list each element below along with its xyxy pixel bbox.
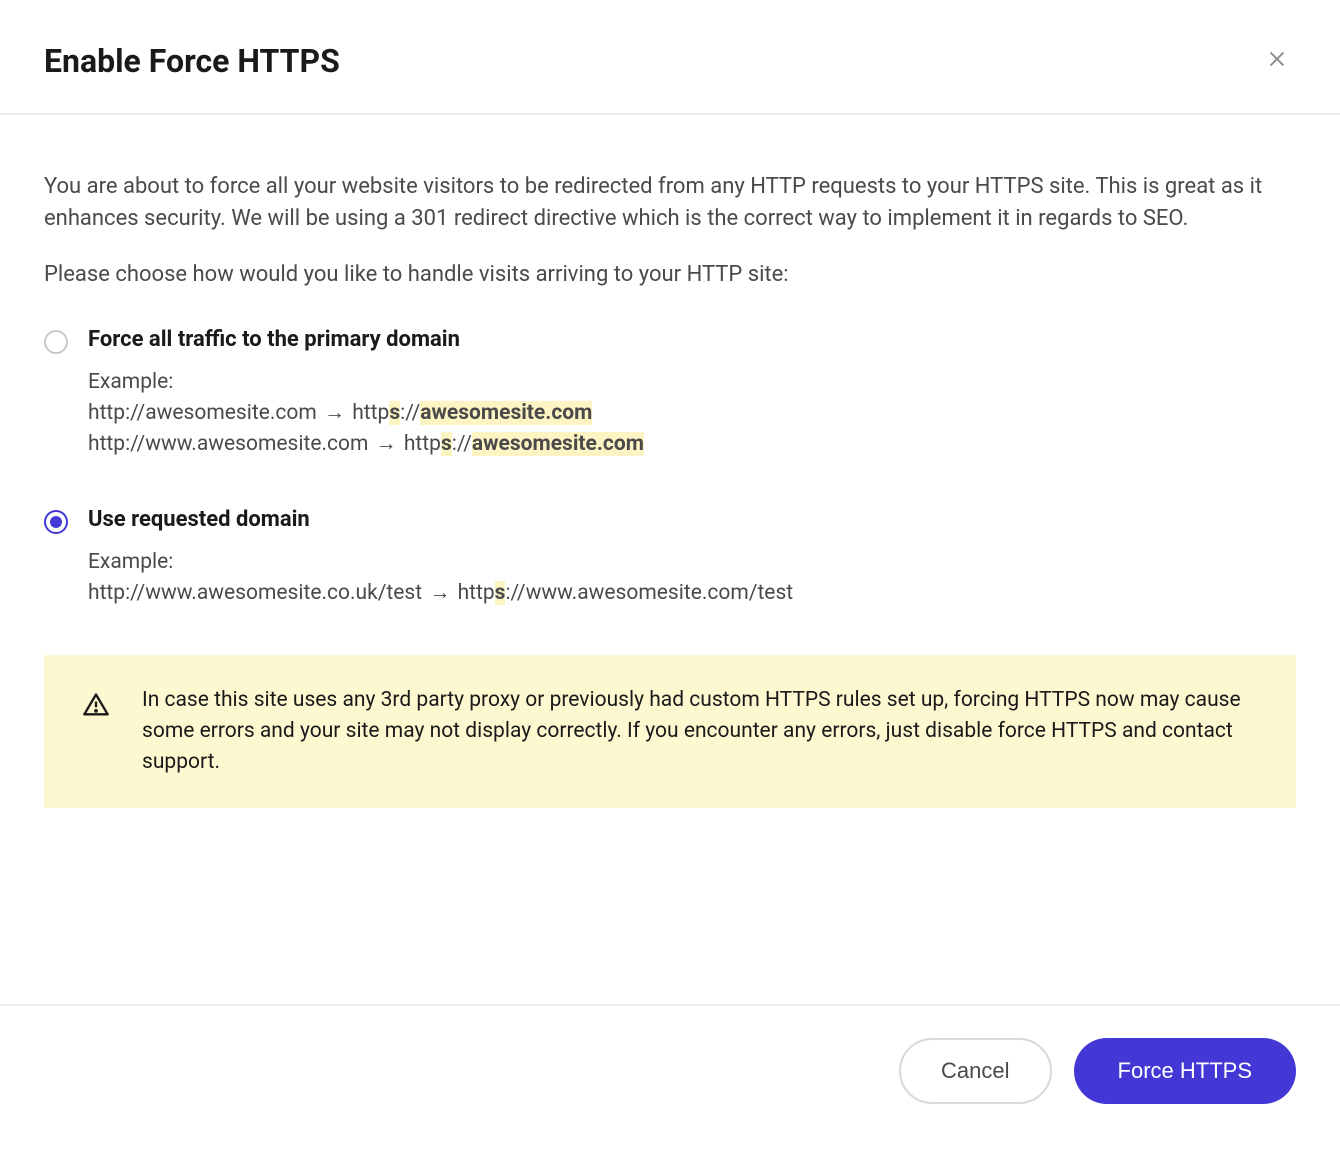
radio-force-primary[interactable]	[44, 330, 68, 354]
option-content: Force all traffic to the primary domain …	[88, 327, 1296, 461]
arrow-right-icon: →	[324, 398, 345, 430]
example-line: http://awesomesite.com → https://awesome…	[88, 398, 1296, 430]
example-to-mid: ://	[452, 432, 472, 456]
example-to-mid: ://	[400, 401, 420, 425]
option-title: Use requested domain	[88, 507, 1296, 532]
example-from: http://www.awesomesite.com	[88, 432, 368, 456]
option-force-primary[interactable]: Force all traffic to the primary domain …	[44, 327, 1296, 461]
modal-body: You are about to force all your website …	[0, 115, 1340, 1004]
prompt-text: Please choose how would you like to hand…	[44, 259, 1296, 291]
example-to-s: s	[389, 401, 400, 425]
example-to-s: s	[441, 432, 452, 456]
close-button[interactable]	[1258, 40, 1296, 81]
option-use-requested[interactable]: Use requested domain Example: http://www…	[44, 507, 1296, 610]
arrow-right-icon: →	[429, 578, 450, 610]
modal-header: Enable Force HTTPS	[0, 0, 1340, 115]
example-label: Example:	[88, 370, 1296, 394]
example-to-prefix: http	[404, 432, 441, 456]
cancel-button[interactable]: Cancel	[899, 1038, 1051, 1104]
warning-box: In case this site uses any 3rd party pro…	[44, 655, 1296, 808]
example-line: http://www.awesomesite.co.uk/test → http…	[88, 578, 1296, 610]
force-https-button[interactable]: Force HTTPS	[1074, 1038, 1296, 1104]
option-content: Use requested domain Example: http://www…	[88, 507, 1296, 610]
example-to-prefix: http	[352, 401, 389, 425]
option-title: Force all traffic to the primary domain	[88, 327, 1296, 352]
example-to-rest: ://www.awesomesite.com/test	[505, 581, 793, 605]
arrow-right-icon: →	[376, 429, 397, 461]
example-to-prefix: http	[458, 581, 495, 605]
warning-icon	[82, 691, 110, 723]
example-label: Example:	[88, 550, 1296, 574]
close-icon	[1266, 48, 1288, 73]
example-from: http://awesomesite.com	[88, 401, 317, 425]
description-text: You are about to force all your website …	[44, 171, 1296, 235]
modal-title: Enable Force HTTPS	[44, 42, 340, 80]
modal-footer: Cancel Force HTTPS	[0, 1004, 1340, 1166]
force-https-modal: Enable Force HTTPS You are about to forc…	[0, 0, 1340, 1166]
example-line: http://www.awesomesite.com → https://awe…	[88, 429, 1296, 461]
example-to-highlight: awesomesite.com	[472, 432, 644, 456]
example-from: http://www.awesomesite.co.uk/test	[88, 581, 422, 605]
example-to-highlight: awesomesite.com	[420, 401, 592, 425]
radio-use-requested[interactable]	[44, 510, 68, 534]
example-to-s: s	[495, 581, 506, 605]
warning-text: In case this site uses any 3rd party pro…	[142, 685, 1266, 778]
